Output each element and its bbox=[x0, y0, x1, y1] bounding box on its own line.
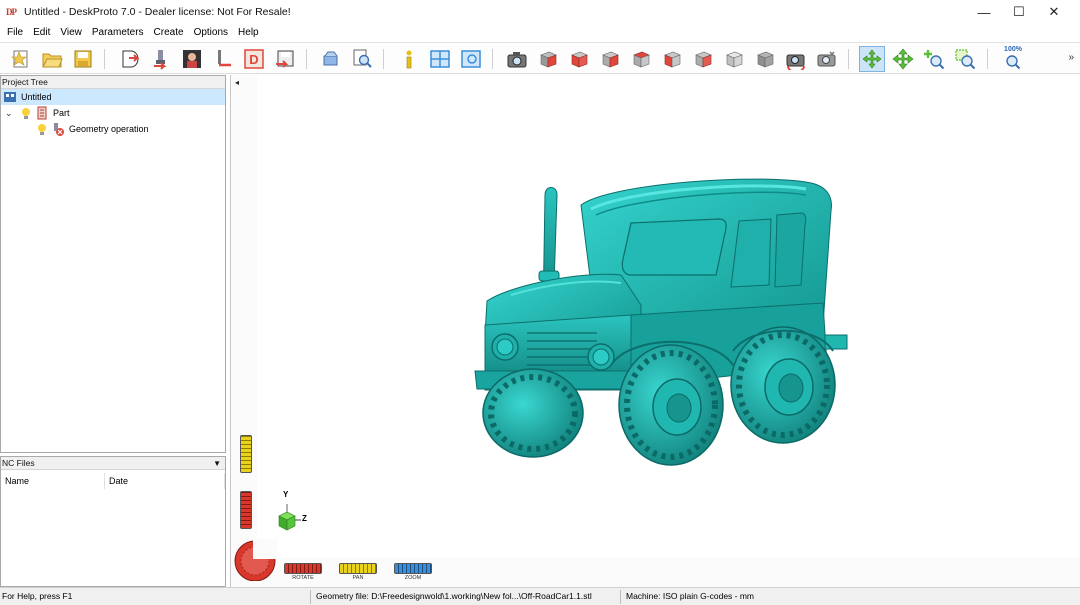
view-left-icon[interactable] bbox=[659, 46, 685, 72]
nc-files-column-headers: Name Date bbox=[1, 473, 225, 489]
status-geometry-file: Geometry file: D:\Freedesignwold\1.worki… bbox=[316, 591, 592, 601]
view-settings-icon[interactable] bbox=[458, 46, 484, 72]
open-project-icon[interactable] bbox=[39, 46, 65, 72]
menu-create[interactable]: Create bbox=[149, 24, 189, 42]
view-bottom-icon[interactable] bbox=[721, 46, 747, 72]
nc-files-panel: NC Files ▼ Name Date bbox=[0, 456, 226, 587]
status-machine: Machine: ISO plain G-codes - mm bbox=[626, 591, 755, 601]
main-toolbar: D 100% » bbox=[0, 42, 1080, 74]
maximize-button[interactable]: ☐ bbox=[1001, 0, 1037, 24]
pan-wheel-label: PAN bbox=[352, 575, 364, 581]
minimize-button[interactable]: — bbox=[966, 0, 1002, 24]
bitmap-icon[interactable] bbox=[179, 46, 205, 72]
nc-files-header[interactable]: NC Files ▼ bbox=[1, 457, 225, 470]
axis-triad: Y Z bbox=[275, 490, 325, 540]
y-axis-label: Y bbox=[283, 490, 289, 499]
z-axis-label: Z bbox=[302, 514, 307, 523]
view-top-icon[interactable] bbox=[690, 46, 716, 72]
view-front-icon[interactable] bbox=[566, 46, 592, 72]
tree-item-label: Geometry operation bbox=[69, 124, 149, 134]
pan-mode-icon[interactable] bbox=[890, 46, 916, 72]
project-tree-header: Project Tree bbox=[1, 76, 225, 89]
add-operation-icon[interactable] bbox=[148, 46, 174, 72]
vertical-rotate-wheel[interactable] bbox=[240, 491, 252, 529]
rotate-mode-icon[interactable] bbox=[859, 46, 885, 72]
rotate-dial-icon[interactable] bbox=[233, 539, 277, 581]
tree-item-geometry-operation[interactable]: Geometry operation bbox=[1, 121, 225, 137]
tree-item-label: Untitled bbox=[21, 92, 52, 102]
3d-viewport[interactable]: ◂ ROTATE PAN ZOOM Y Z bbox=[230, 75, 1080, 587]
expander-icon[interactable]: ⌄ bbox=[5, 105, 15, 121]
menu-parameters[interactable]: Parameters bbox=[87, 24, 149, 42]
reset-view-icon[interactable] bbox=[814, 46, 840, 72]
menu-options[interactable]: Options bbox=[189, 24, 233, 42]
project-tree-panel: Project Tree Untitled ⌄ Part Geometry op… bbox=[0, 75, 226, 453]
status-help-text: For Help, press F1 bbox=[2, 591, 73, 601]
dropdown-arrow-icon[interactable]: ▼ bbox=[213, 457, 221, 470]
tree-item-label: Part bbox=[53, 108, 70, 118]
rear-wheel bbox=[730, 326, 836, 444]
lightbulb-icon[interactable] bbox=[35, 122, 49, 136]
menu-view[interactable]: View bbox=[55, 24, 87, 42]
zoom-level-label: 100% bbox=[1004, 46, 1022, 53]
column-date-header[interactable]: Date bbox=[105, 473, 225, 489]
close-button[interactable]: ✕ bbox=[1036, 0, 1072, 24]
zoom-wheel[interactable] bbox=[394, 563, 432, 574]
import-geometry-icon[interactable] bbox=[117, 46, 143, 72]
nc-files-title: NC Files bbox=[2, 457, 35, 468]
zoom-wheel-label: ZOOM bbox=[404, 575, 422, 581]
left-panel: Project Tree Untitled ⌄ Part Geometry op… bbox=[0, 75, 228, 587]
zoom-fit-icon[interactable]: 100% bbox=[1000, 46, 1026, 72]
toolbar-overflow-button[interactable]: » bbox=[1068, 52, 1074, 63]
layout-icon[interactable] bbox=[427, 46, 453, 72]
project-icon bbox=[4, 92, 16, 102]
column-name-header[interactable]: Name bbox=[1, 473, 105, 489]
tree-item-part[interactable]: ⌄ Part bbox=[1, 105, 225, 121]
svg-text:D: D bbox=[249, 52, 258, 67]
menu-bar: File Edit View Parameters Create Options… bbox=[0, 24, 1080, 42]
menu-file[interactable]: File bbox=[2, 24, 28, 42]
pan-wheel[interactable] bbox=[339, 563, 377, 574]
rotate-view-icon[interactable] bbox=[783, 46, 809, 72]
collapse-panel-icon[interactable]: ◂ bbox=[235, 78, 239, 87]
toolpath-icon[interactable] bbox=[210, 46, 236, 72]
window-title: Untitled - DeskProto 7.0 - Dealer licens… bbox=[24, 6, 291, 18]
info-icon[interactable] bbox=[396, 46, 422, 72]
view-iso-icon[interactable] bbox=[535, 46, 561, 72]
new-project-icon[interactable] bbox=[8, 46, 34, 72]
zoom-in-icon[interactable] bbox=[921, 46, 947, 72]
rotate-wheel-label: ROTATE bbox=[292, 575, 314, 581]
zoom-window-icon[interactable] bbox=[952, 46, 978, 72]
view-back-icon[interactable] bbox=[628, 46, 654, 72]
save-project-icon[interactable] bbox=[70, 46, 96, 72]
view-shaded-icon[interactable] bbox=[752, 46, 778, 72]
deskproto-window: DP Untitled - DeskProto 7.0 - Dealer lic… bbox=[0, 0, 1080, 605]
menu-edit[interactable]: Edit bbox=[28, 24, 55, 42]
rotate-wheel[interactable] bbox=[284, 563, 322, 574]
tree-item-untitled[interactable]: Untitled bbox=[1, 89, 225, 105]
lightbulb-icon[interactable] bbox=[19, 106, 33, 120]
offroad-car-model bbox=[474, 178, 848, 466]
save-nc-icon[interactable] bbox=[272, 46, 298, 72]
calculate-icon[interactable]: D bbox=[241, 46, 267, 72]
simulate-icon[interactable] bbox=[318, 46, 344, 72]
vertical-pan-wheel[interactable] bbox=[240, 435, 252, 473]
geometry-operation-icon bbox=[54, 123, 64, 136]
camera-icon[interactable] bbox=[504, 46, 530, 72]
title-bar: DP Untitled - DeskProto 7.0 - Dealer lic… bbox=[0, 0, 1080, 24]
part-icon bbox=[37, 106, 47, 120]
preview-icon[interactable] bbox=[349, 46, 375, 72]
status-bar: For Help, press F1 Geometry file: D:\Fre… bbox=[0, 587, 1080, 605]
menu-help[interactable]: Help bbox=[233, 24, 264, 42]
app-logo-icon: DP bbox=[6, 7, 17, 17]
view-right-icon[interactable] bbox=[597, 46, 623, 72]
